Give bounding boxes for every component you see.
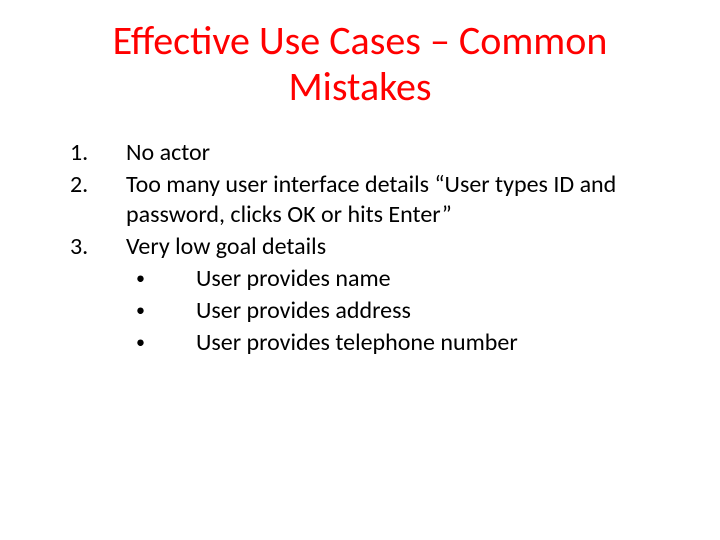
list-text: No actor <box>126 138 680 168</box>
list-item: • User provides telephone number <box>136 328 680 358</box>
slide-content: 1. No actor 2. Too many user interface d… <box>40 138 680 358</box>
list-marker: 3. <box>70 232 126 262</box>
list-item: • User provides name <box>136 264 680 294</box>
list-item: • User provides address <box>136 296 680 326</box>
bullet-icon: • <box>136 264 196 292</box>
list-text: Too many user interface details “User ty… <box>126 170 680 230</box>
list-item: 3. Very low goal details <box>70 232 680 262</box>
list-marker: 2. <box>70 170 126 200</box>
list-text: User provides address <box>196 296 680 326</box>
list-item: 2. Too many user interface details “User… <box>70 170 680 230</box>
sub-bullet-list: • User provides name • User provides add… <box>70 264 680 358</box>
list-item: 1. No actor <box>70 138 680 168</box>
list-text: Very low goal details <box>126 232 680 262</box>
bullet-icon: • <box>136 328 196 356</box>
list-text: User provides name <box>196 264 680 294</box>
slide-title: Effective Use Cases – Common Mistakes <box>40 18 680 110</box>
bullet-icon: • <box>136 296 196 324</box>
slide: Effective Use Cases – Common Mistakes 1.… <box>0 0 720 540</box>
list-text: User provides telephone number <box>196 328 680 358</box>
list-marker: 1. <box>70 138 126 168</box>
